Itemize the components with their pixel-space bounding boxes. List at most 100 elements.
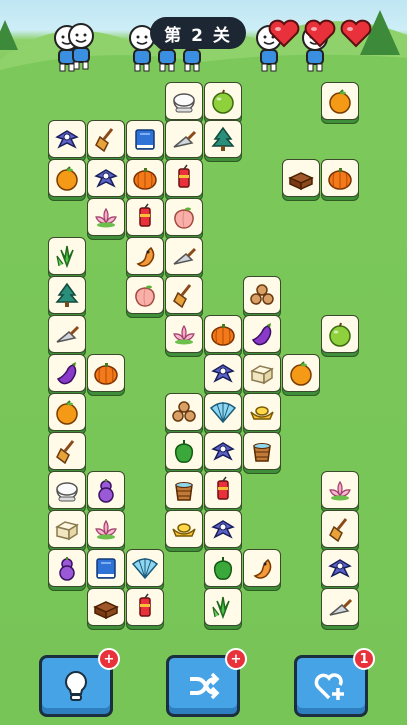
- trowel-icon: [173, 130, 197, 148]
- tile-pumpkin[interactable]: [87, 354, 125, 396]
- tile-logs[interactable]: [243, 276, 281, 318]
- broom-icon: [56, 440, 75, 465]
- pigeon-icon: [55, 130, 79, 149]
- rice-icon: [56, 482, 78, 502]
- pumpkin-icon: [133, 168, 157, 190]
- tile-grass[interactable]: [204, 588, 242, 630]
- tile-firecracker[interactable]: [165, 159, 203, 201]
- tile-tofu[interactable]: [243, 354, 281, 396]
- tile-ingot[interactable]: [243, 393, 281, 435]
- tile-orange[interactable]: [48, 159, 86, 201]
- tile-face: [126, 120, 164, 158]
- tile-broom[interactable]: [321, 510, 359, 552]
- tile-trowel[interactable]: [48, 315, 86, 357]
- orange-icon: [329, 89, 351, 114]
- tile-orange[interactable]: [282, 354, 320, 396]
- tile-face: [87, 198, 125, 236]
- apple-icon: [212, 89, 234, 114]
- tile-pigeon[interactable]: [204, 354, 242, 396]
- tile-eggplant[interactable]: [48, 354, 86, 396]
- gourd-icon: [98, 479, 114, 503]
- tile-trowel[interactable]: [321, 588, 359, 630]
- tile-rice[interactable]: [165, 82, 203, 124]
- tile-trowel[interactable]: [165, 237, 203, 279]
- tofu-icon: [55, 521, 79, 541]
- shuffle-button[interactable]: +: [166, 648, 247, 717]
- lotus-icon: [329, 480, 351, 501]
- tile-lotus[interactable]: [87, 198, 125, 240]
- tile-fan[interactable]: [126, 549, 164, 591]
- lives-display: [268, 18, 372, 48]
- tile-broom[interactable]: [165, 276, 203, 318]
- tile-face: [321, 588, 359, 626]
- tile-pigeon[interactable]: [48, 120, 86, 162]
- tile-face: [204, 549, 242, 587]
- tile-face: [165, 471, 203, 509]
- tile-pumpkin[interactable]: [321, 159, 359, 201]
- tile-grass[interactable]: [48, 237, 86, 279]
- tile-lotus[interactable]: [87, 510, 125, 552]
- add-life-button[interactable]: 1: [294, 648, 375, 717]
- tile-firecracker[interactable]: [126, 198, 164, 240]
- tile-tree[interactable]: [48, 276, 86, 318]
- tile-bucket[interactable]: [165, 471, 203, 513]
- broom-icon: [173, 284, 192, 309]
- tile-book[interactable]: [87, 549, 125, 591]
- tile-face: [204, 354, 242, 392]
- tile-trowel[interactable]: [165, 120, 203, 162]
- tile-pepper[interactable]: [165, 432, 203, 474]
- hint-badge: +: [98, 648, 120, 670]
- bucket-icon: [253, 443, 271, 462]
- tile-firecracker[interactable]: [204, 471, 242, 513]
- tile-pumpkin[interactable]: [126, 159, 164, 201]
- tile-orange[interactable]: [321, 82, 359, 124]
- broom-icon: [329, 518, 348, 543]
- tile-pepper[interactable]: [204, 549, 242, 591]
- tile-face: [126, 198, 164, 236]
- tile-rice[interactable]: [48, 471, 86, 513]
- tile-gourd[interactable]: [48, 549, 86, 591]
- tile-pigeon[interactable]: [87, 159, 125, 201]
- tile-bricks[interactable]: [282, 159, 320, 201]
- tile-broom[interactable]: [48, 432, 86, 474]
- tile-lotus[interactable]: [165, 315, 203, 357]
- tile-book[interactable]: [126, 120, 164, 162]
- tile-tree[interactable]: [204, 120, 242, 162]
- tile-firecracker[interactable]: [126, 588, 164, 630]
- tile-pigeon[interactable]: [321, 549, 359, 591]
- tile-lotus[interactable]: [321, 471, 359, 513]
- tile-logs[interactable]: [165, 393, 203, 435]
- tile-face: [87, 549, 125, 587]
- tile-pumpkin[interactable]: [204, 315, 242, 357]
- orange-icon: [56, 400, 78, 425]
- tile-broom[interactable]: [87, 120, 125, 162]
- tile-gourd[interactable]: [87, 471, 125, 513]
- tile-tofu[interactable]: [48, 510, 86, 552]
- tile-shrimp[interactable]: [126, 237, 164, 279]
- firecracker-icon: [139, 203, 151, 227]
- pigeon-icon: [94, 169, 118, 188]
- tile-orange[interactable]: [48, 393, 86, 435]
- tile-peach[interactable]: [126, 276, 164, 318]
- hint-button[interactable]: +: [39, 648, 120, 717]
- tile-pigeon[interactable]: [204, 510, 242, 552]
- peach-icon: [174, 207, 194, 229]
- tile-bricks[interactable]: [87, 588, 125, 630]
- tile-pigeon[interactable]: [204, 432, 242, 474]
- tile-peach[interactable]: [165, 198, 203, 240]
- shuffle-badge: +: [225, 648, 247, 670]
- tile-face: [204, 120, 242, 158]
- tile-shrimp[interactable]: [243, 549, 281, 591]
- shrimp-icon: [136, 246, 155, 267]
- tile-face: [243, 354, 281, 392]
- tile-face: [87, 120, 125, 158]
- tile-face: [204, 510, 242, 548]
- tile-fan[interactable]: [204, 393, 242, 435]
- tile-eggplant[interactable]: [243, 315, 281, 357]
- tile-bucket[interactable]: [243, 432, 281, 474]
- tile-face: [204, 588, 242, 626]
- tile-face: [48, 276, 86, 314]
- tile-ingot[interactable]: [165, 510, 203, 552]
- tile-apple[interactable]: [204, 82, 242, 124]
- tile-apple[interactable]: [321, 315, 359, 357]
